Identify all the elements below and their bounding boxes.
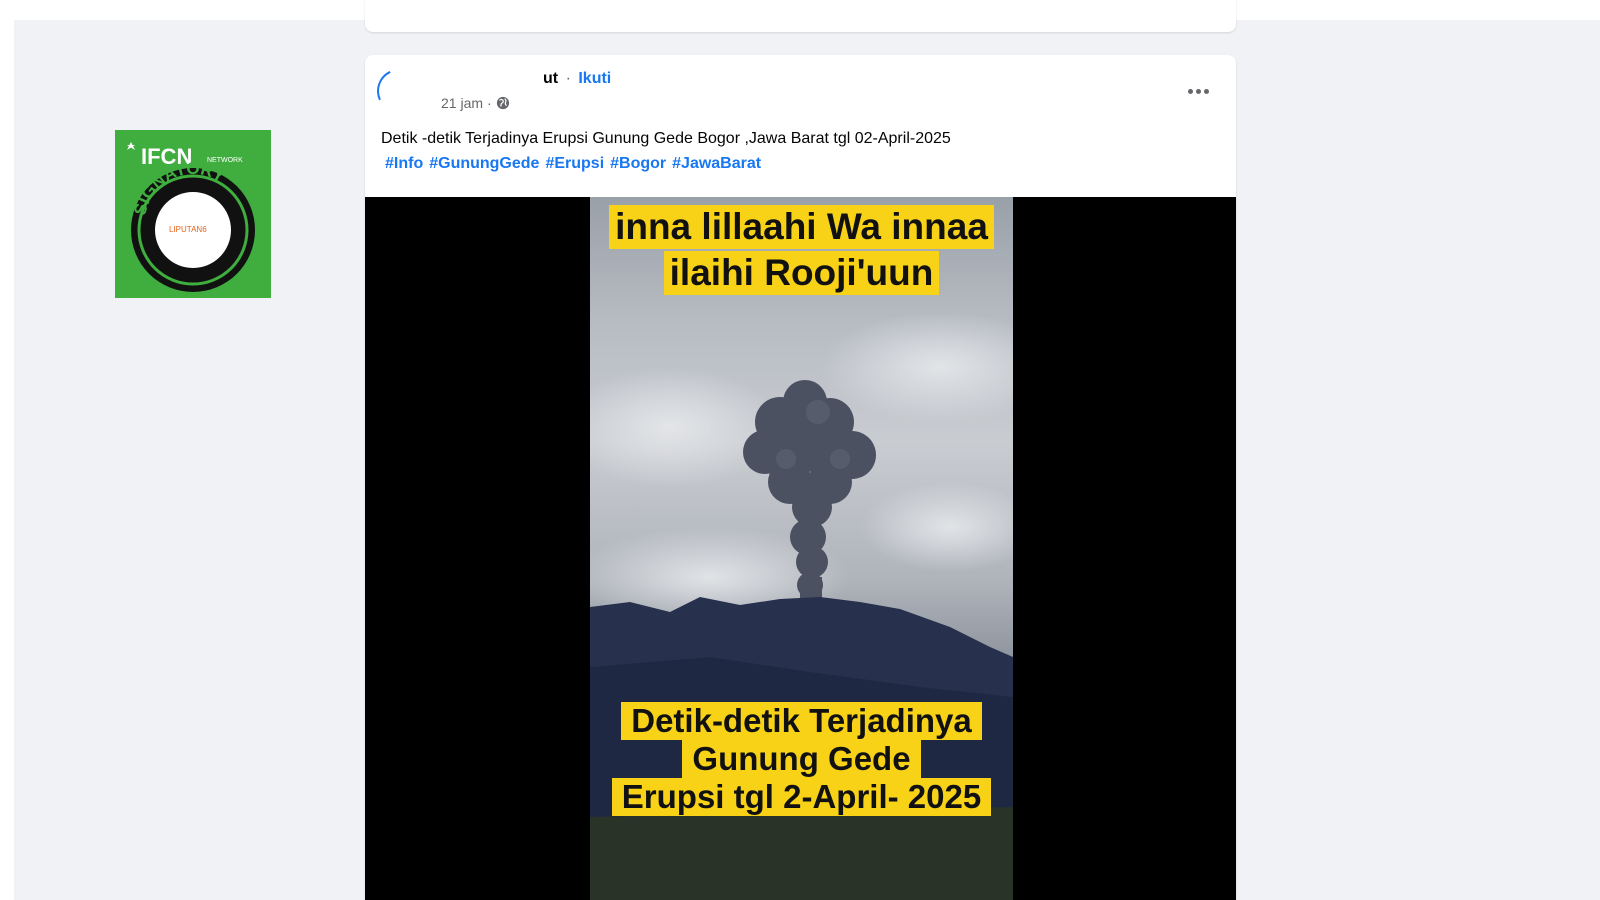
post-caption: Detik -detik Terjadinya Erupsi Gunung Ge… [381, 130, 951, 147]
caption-line: Erupsi tgl 2-April- 2025 [611, 778, 992, 816]
caption-line: Detik-detik Terjadinya [621, 702, 982, 740]
follow-button[interactable]: Ikuti [578, 70, 611, 87]
meta-separator: · [487, 95, 492, 111]
header-separator: · [565, 70, 571, 87]
previous-post-card-edge [365, 0, 1236, 32]
hashtag-link[interactable]: #GunungGede [429, 155, 539, 173]
svg-text:LIPUTAN6: LIPUTAN6 [169, 225, 207, 234]
author-name-fragment[interactable]: ut [543, 70, 558, 87]
video-frame[interactable]: inna lillaahi Wa innaa ilaihi Rooji'uun … [590, 197, 1013, 900]
video-player[interactable]: inna lillaahi Wa innaa ilaihi Rooji'uun … [365, 197, 1236, 900]
hashtag-link[interactable]: #Bogor [610, 155, 666, 173]
caption-line: ilaihi Rooji'uun [663, 251, 940, 295]
hashtag-link[interactable]: #Info [385, 155, 423, 173]
globe-icon[interactable] [496, 96, 510, 110]
hashtag-link[interactable]: #Erupsi [545, 155, 604, 173]
caption-line: Gunung Gede [682, 740, 921, 778]
redacted-author-name [401, 55, 551, 91]
hashtag-link[interactable]: #JawaBarat [672, 155, 761, 173]
ifcn-signatory-badge: IFCN NETWORK SIGNATORY LIPUTAN6 [115, 130, 271, 298]
post-meta: 21 jam · [441, 95, 510, 111]
post-header: ut · Ikuti [543, 70, 611, 88]
post-hashtags: #Info #GunungGede #Erupsi #Bogor #JawaBa… [385, 155, 761, 173]
facebook-post-card: ut · Ikuti 21 jam · Detik -detik Terjadi… [365, 55, 1236, 900]
more-options-button[interactable] [1182, 79, 1214, 103]
post-timestamp[interactable]: 21 jam [441, 95, 483, 111]
caption-line: inna lillaahi Wa innaa [609, 205, 994, 249]
more-horizontal-icon [1187, 88, 1193, 94]
